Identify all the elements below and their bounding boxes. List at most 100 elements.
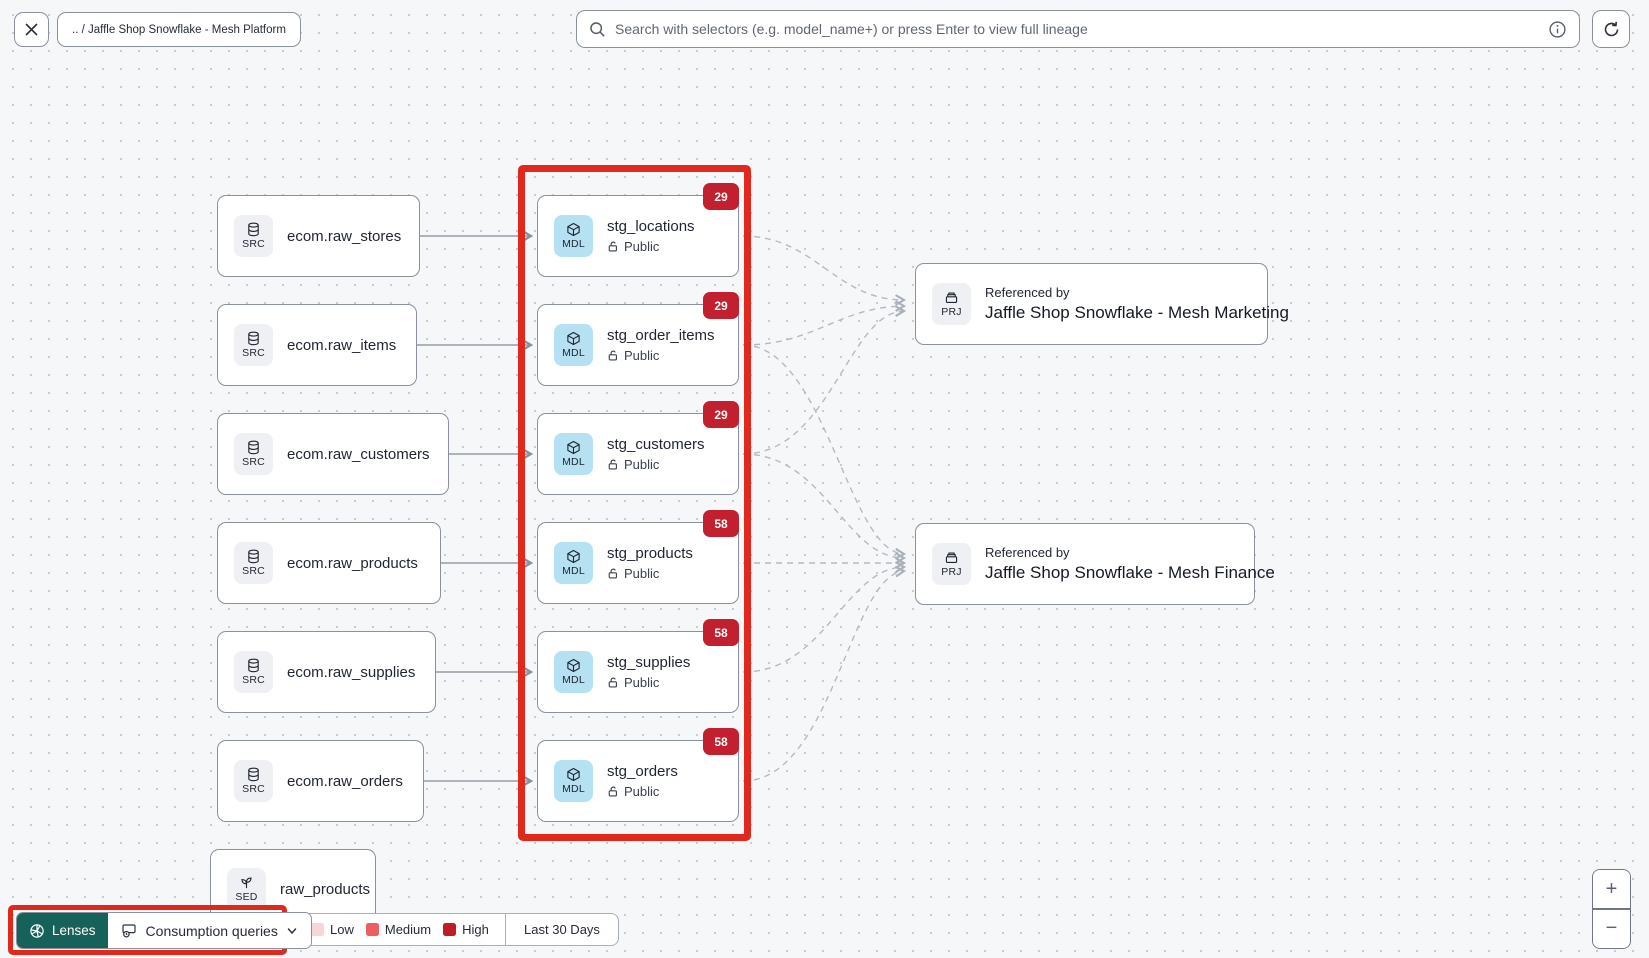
consumption-count-badge: 29 — [703, 401, 739, 428]
breadcrumb[interactable]: .. / Jaffle Shop Snowflake - Mesh Platfo… — [57, 12, 301, 47]
consumption-queries-icon — [121, 922, 138, 939]
referenced-by-label: Referenced by — [985, 285, 1289, 300]
legend-items: Low Medium High — [295, 914, 505, 945]
node-stg-customers[interactable]: 29 MDL stg_customers Public — [537, 413, 739, 495]
legend-item-high: High — [443, 922, 489, 937]
referenced-by-label: Referenced by — [985, 545, 1275, 560]
consumption-count-badge: 29 — [703, 292, 739, 319]
resource-type-tile: MDL — [554, 215, 593, 257]
lens-bar: Lenses Consumption queries — [16, 912, 312, 949]
project-name: Jaffle Shop Snowflake - Mesh Finance — [985, 563, 1275, 583]
node-label: stg_orders — [607, 763, 678, 780]
database-icon — [246, 331, 261, 346]
project-name: Jaffle Shop Snowflake - Mesh Marketing — [985, 303, 1289, 323]
access-row: Public — [607, 566, 693, 581]
access-row: Public — [607, 784, 678, 799]
consumption-count-badge: 58 — [703, 728, 739, 755]
zoom-out-button[interactable]: − — [1593, 910, 1630, 948]
resource-type-tile: PRJ — [932, 283, 971, 325]
lock-open-icon — [607, 349, 619, 362]
lenses-button[interactable]: Lenses — [17, 913, 108, 948]
project-icon — [944, 550, 959, 565]
seed-icon — [239, 875, 254, 890]
database-icon — [246, 440, 261, 455]
resource-type-tile: MDL — [554, 760, 593, 802]
legend-item-low: Low — [311, 922, 354, 937]
model-cube-icon — [566, 331, 581, 346]
lens-selector[interactable]: Consumption queries — [108, 913, 311, 948]
node-label: raw_products — [280, 881, 370, 898]
node-stg-locations[interactable]: 29 MDL stg_locations Public — [537, 195, 739, 277]
resource-type-tile: PRJ — [932, 543, 971, 585]
consumption-count-badge: 58 — [703, 510, 739, 537]
access-row: Public — [607, 675, 690, 690]
node-label: ecom.raw_orders — [287, 773, 403, 790]
refresh-icon — [1602, 20, 1621, 39]
close-button[interactable] — [14, 12, 49, 47]
node-project-mesh-marketing[interactable]: PRJ Referenced by Jaffle Shop Snowflake … — [915, 263, 1268, 345]
node-label: stg_supplies — [607, 654, 690, 671]
lineage-app: { "topbar": { "breadcrumb": ".. / Jaffle… — [0, 0, 1649, 958]
model-cube-icon — [566, 549, 581, 564]
model-cube-icon — [566, 658, 581, 673]
zoom-in-button[interactable]: + — [1593, 870, 1630, 908]
resource-type-tile: MDL — [554, 324, 593, 366]
node-stg-order-items[interactable]: 29 MDL stg_order_items Public — [537, 304, 739, 386]
node-label: stg_locations — [607, 218, 695, 235]
access-row: Public — [607, 239, 695, 254]
resource-type-tile: MDL — [554, 651, 593, 693]
node-label: stg_customers — [607, 436, 705, 453]
node-ecom-raw-supplies[interactable]: SRC ecom.raw_supplies — [217, 631, 436, 713]
project-icon — [944, 290, 959, 305]
database-icon — [246, 222, 261, 237]
node-ecom-raw-customers[interactable]: SRC ecom.raw_customers — [217, 413, 449, 495]
node-project-mesh-finance[interactable]: PRJ Referenced by Jaffle Shop Snowflake … — [915, 523, 1255, 605]
node-stg-supplies[interactable]: 58 MDL stg_supplies Public — [537, 631, 739, 713]
model-cube-icon — [566, 440, 581, 455]
lock-open-icon — [607, 567, 619, 580]
time-range-label[interactable]: Last 30 Days — [506, 914, 618, 945]
node-label: ecom.raw_customers — [287, 446, 430, 463]
resource-type-tile: SRC — [234, 651, 273, 693]
consumption-count-badge: 58 — [703, 619, 739, 646]
node-label: ecom.raw_stores — [287, 228, 401, 245]
resource-type-tile: MDL — [554, 433, 593, 475]
search-icon — [589, 21, 606, 38]
node-label: ecom.raw_supplies — [287, 664, 415, 681]
node-stg-orders[interactable]: 58 MDL stg_orders Public — [537, 740, 739, 822]
access-row: Public — [607, 348, 715, 363]
node-stg-products[interactable]: 58 MDL stg_products Public — [537, 522, 739, 604]
node-ecom-raw-products[interactable]: SRC ecom.raw_products — [217, 522, 441, 604]
zoom-controls: + − — [1592, 869, 1631, 949]
resource-type-tile: SRC — [234, 324, 273, 366]
model-cube-icon — [566, 767, 581, 782]
high-swatch — [443, 923, 456, 936]
legend-item-medium: Medium — [366, 922, 431, 937]
node-ecom-raw-orders[interactable]: SRC ecom.raw_orders — [217, 740, 424, 822]
node-ecom-raw-stores[interactable]: SRC ecom.raw_stores — [217, 195, 420, 277]
breadcrumb-label: .. / Jaffle Shop Snowflake - Mesh Platfo… — [72, 24, 286, 36]
resource-type-tile: SED — [227, 868, 266, 910]
database-icon — [246, 658, 261, 673]
lock-open-icon — [607, 240, 619, 253]
search-input[interactable] — [615, 21, 1539, 37]
node-label: ecom.raw_products — [287, 555, 418, 572]
lock-open-icon — [607, 785, 619, 798]
low-swatch — [311, 923, 324, 936]
access-row: Public — [607, 457, 705, 472]
database-icon — [246, 767, 261, 782]
close-icon — [24, 22, 39, 37]
info-icon[interactable] — [1548, 20, 1567, 39]
node-ecom-raw-items[interactable]: SRC ecom.raw_items — [217, 304, 417, 386]
consumption-legend: Low Medium High Last 30 Days — [294, 913, 619, 946]
database-icon — [246, 549, 261, 564]
consumption-count-badge: 29 — [703, 183, 739, 210]
node-label: stg_products — [607, 545, 693, 562]
chevron-down-icon — [286, 925, 298, 937]
search-bar[interactable] — [576, 10, 1580, 48]
resource-type-tile: SRC — [234, 433, 273, 475]
node-label: ecom.raw_items — [287, 337, 396, 354]
refresh-button[interactable] — [1592, 10, 1630, 48]
resource-type-tile: SRC — [234, 215, 273, 257]
lens-icon — [29, 923, 45, 939]
